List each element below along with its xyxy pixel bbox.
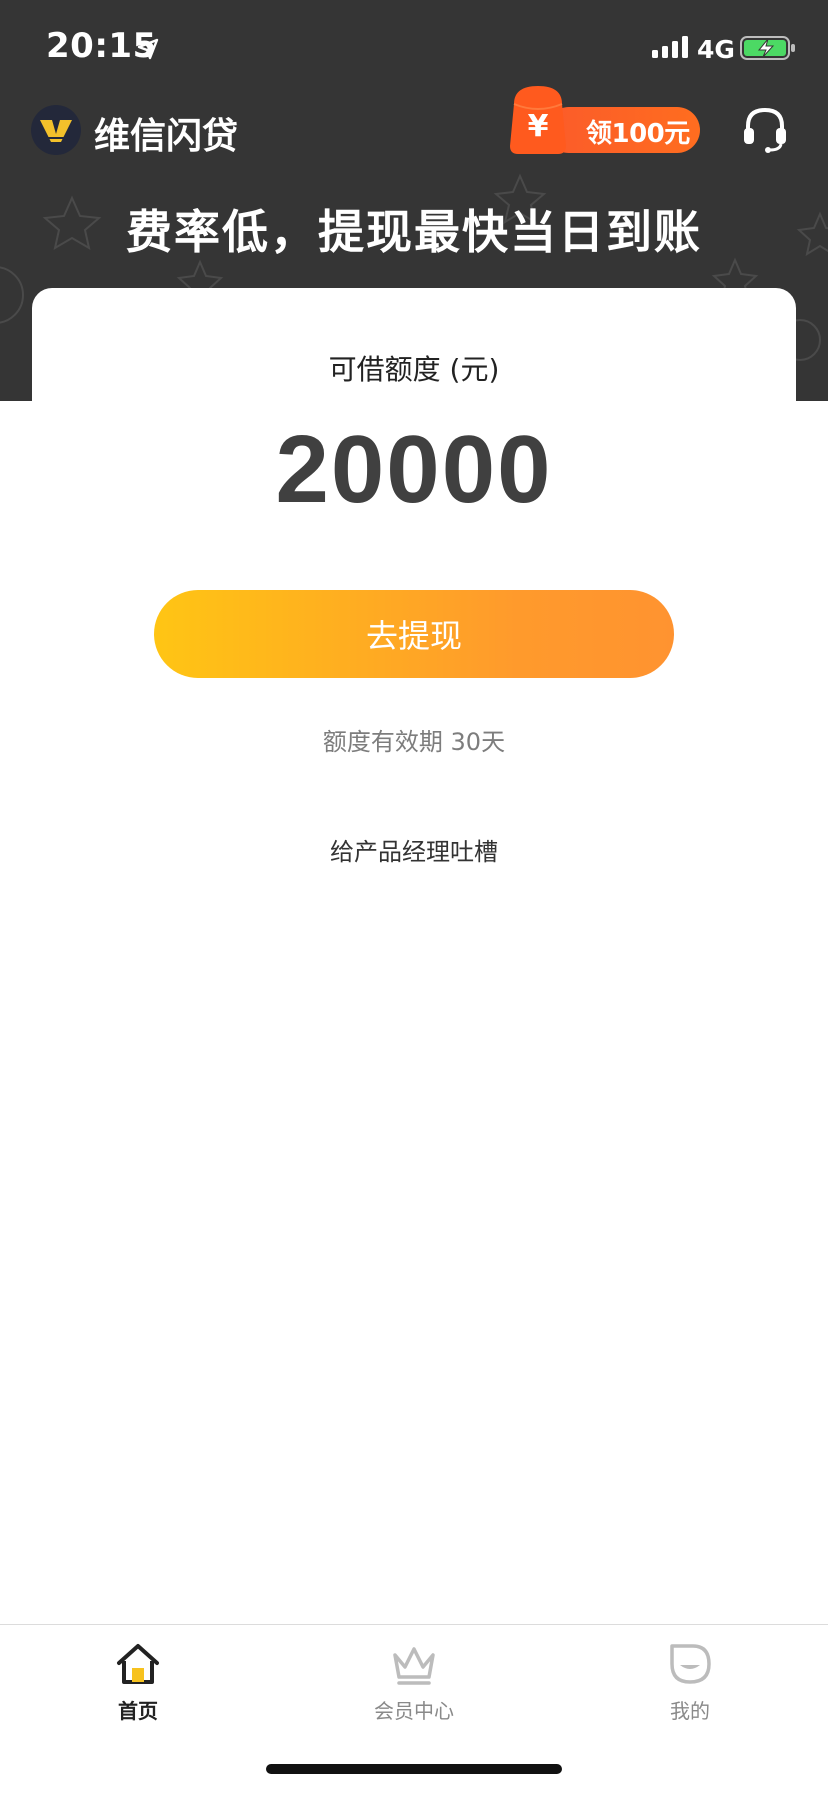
tab-home[interactable]: 首页 <box>0 1625 276 1735</box>
tab-label: 我的 <box>670 1699 710 1723</box>
app-logo-icon <box>31 105 81 155</box>
promo-coupon-button[interactable]: ¥ 领100元 <box>506 84 700 156</box>
home-icon <box>117 1644 159 1684</box>
hero-slogan: 费率低，提现最快当日到账 <box>126 205 702 259</box>
credit-validity-text: 额度有效期 30天 <box>322 728 506 756</box>
location-arrow-icon <box>137 38 159 60</box>
promo-badge-label: 领100元 <box>586 119 690 149</box>
profile-face-icon <box>670 1644 711 1684</box>
tab-mine[interactable]: 我的 <box>552 1625 828 1735</box>
credit-limit-label: 可借额度 (元) <box>328 353 500 386</box>
red-envelope-icon: ¥ <box>510 86 566 154</box>
promo-bag-symbol: ¥ <box>528 109 549 144</box>
signal-bars-icon <box>652 36 688 58</box>
crown-icon <box>393 1647 435 1685</box>
app-name: 维信闪贷 <box>94 115 239 157</box>
withdraw-button[interactable]: 去提现 <box>154 590 674 678</box>
tab-member-center[interactable]: 会员中心 <box>276 1625 552 1735</box>
tab-label: 会员中心 <box>374 1699 454 1723</box>
home-indicator <box>266 1764 562 1774</box>
credit-limit-amount: 20000 <box>275 416 553 523</box>
battery-charging-icon <box>740 36 795 60</box>
feedback-link[interactable]: 给产品经理吐槽 <box>0 832 828 867</box>
headset-icon[interactable] <box>740 104 790 154</box>
tab-label: 首页 <box>118 1699 158 1723</box>
network-type: 4G <box>697 35 735 64</box>
